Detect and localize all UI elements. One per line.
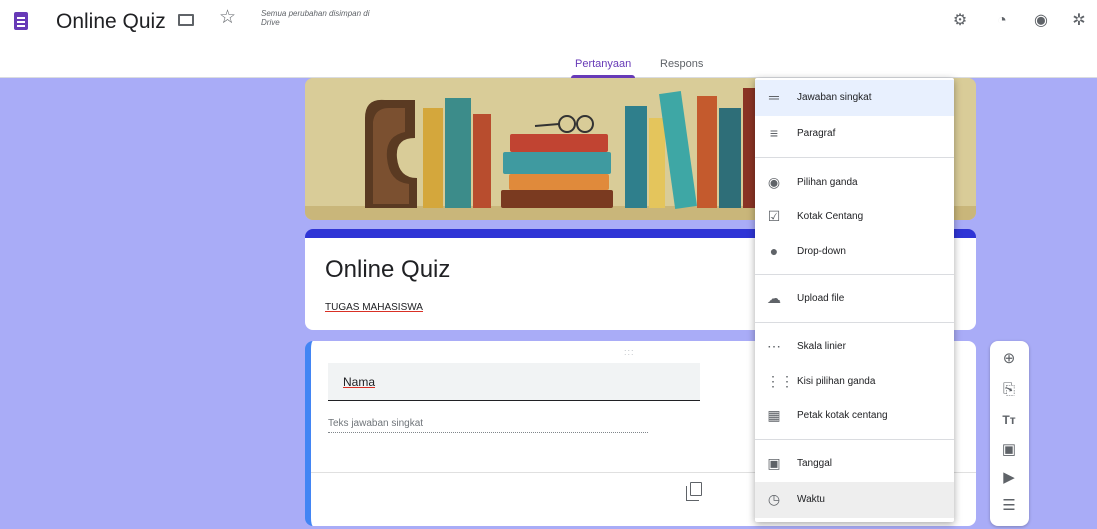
form-description[interactable]: TUGAS MAHASISWA xyxy=(325,302,423,313)
question-title-field[interactable]: Nama xyxy=(328,363,700,401)
linear-scale-icon: ⋯ xyxy=(767,338,781,354)
menu-item-waktu[interactable]: ◷ Waktu xyxy=(755,482,954,518)
cloud-upload-icon: ☁ xyxy=(767,290,781,306)
addon-icon[interactable]: ⚙ xyxy=(951,12,969,30)
duplicate-icon[interactable] xyxy=(686,482,702,501)
add-video-icon[interactable]: ▶ xyxy=(999,468,1019,488)
checkbox-icon: ☑ xyxy=(767,208,781,224)
menu-divider xyxy=(755,157,954,158)
tab-pertanyaan[interactable]: Pertanyaan xyxy=(570,58,636,78)
menu-item-kotak-centang[interactable]: ☑ Kotak Centang xyxy=(755,199,954,235)
question-title: Nama xyxy=(343,375,376,389)
radio-icon: ◉ xyxy=(767,174,781,190)
menu-item-upload-file[interactable]: ☁ Upload file xyxy=(755,281,954,317)
eye-icon[interactable]: ◉ xyxy=(1032,12,1050,30)
menu-item-label: Petak kotak centang xyxy=(797,410,888,421)
add-title-icon[interactable]: Tт xyxy=(999,410,1019,430)
add-image-icon[interactable]: ▣ xyxy=(999,440,1019,460)
short-answer-icon: ═ xyxy=(769,89,779,105)
menu-item-label: Waktu xyxy=(797,494,825,505)
drag-handle-icon[interactable]: ::: xyxy=(624,347,635,357)
tab-respons[interactable]: Respons xyxy=(660,58,703,70)
form-tabs: Pertanyaan Respons xyxy=(0,55,1097,78)
menu-divider xyxy=(755,322,954,323)
menu-item-label: Pilihan ganda xyxy=(797,177,858,188)
menu-item-label: Paragraf xyxy=(797,128,836,139)
question-type-menu: ═ Jawaban singkat ≡ Paragraf ◉ Pilihan g… xyxy=(755,78,954,522)
app-header: Online Quiz ☆ Semua perubahan disimpan d… xyxy=(0,0,1097,78)
dropdown-icon: ● xyxy=(769,243,779,259)
star-icon[interactable]: ☆ xyxy=(219,8,236,27)
gear-icon[interactable]: ✲ xyxy=(1070,12,1088,30)
menu-item-label: Skala linier xyxy=(797,341,846,352)
menu-item-drop-down[interactable]: ● Drop-down xyxy=(755,234,954,270)
menu-item-kisi-pilihan-ganda[interactable]: ⋮⋮ Kisi pilihan ganda xyxy=(755,364,954,400)
add-question-icon[interactable]: ⊕ xyxy=(999,349,1019,369)
calendar-icon: ▣ xyxy=(767,455,781,471)
menu-item-tanggal[interactable]: ▣ Tanggal xyxy=(755,446,954,482)
menu-item-skala-linier[interactable]: ⋯ Skala linier xyxy=(755,329,954,365)
paragraph-icon: ≡ xyxy=(769,125,779,141)
form-title[interactable]: Online Quiz xyxy=(325,256,450,284)
grid-icon: ⋮⋮ xyxy=(766,373,794,389)
menu-divider xyxy=(755,274,954,275)
add-section-icon[interactable]: ☰ xyxy=(999,496,1019,516)
menu-item-jawaban-singkat[interactable]: ═ Jawaban singkat xyxy=(755,80,954,116)
import-questions-icon[interactable]: ⎘ xyxy=(999,380,1019,400)
menu-item-paragraf[interactable]: ≡ Paragraf xyxy=(755,116,954,152)
save-status: Semua perubahan disimpan di Drive xyxy=(261,9,370,27)
menu-item-label: Upload file xyxy=(797,293,845,304)
forms-doc-icon[interactable] xyxy=(14,12,28,30)
menu-item-label: Jawaban singkat xyxy=(797,92,872,103)
app-title[interactable]: Online Quiz xyxy=(56,10,166,34)
menu-item-pilihan-ganda[interactable]: ◉ Pilihan ganda xyxy=(755,165,954,201)
checkbox-grid-icon: ▦ xyxy=(767,407,781,423)
side-toolbar: ⊕ ⎘ Tт ▣ ▶ ☰ xyxy=(990,341,1029,526)
menu-item-label: Kotak Centang xyxy=(797,211,864,222)
menu-item-label: Drop-down xyxy=(797,246,846,257)
short-answer-placeholder: Teks jawaban singkat xyxy=(328,418,648,433)
menu-divider xyxy=(755,439,954,440)
menu-item-petak-kotak-centang[interactable]: ▦ Petak kotak centang xyxy=(755,398,954,434)
palette-icon[interactable]: ◔ xyxy=(993,12,1011,30)
menu-item-label: Kisi pilihan ganda xyxy=(797,376,876,387)
folder-icon[interactable] xyxy=(178,14,194,26)
menu-item-label: Tanggal xyxy=(797,458,833,469)
clock-icon: ◷ xyxy=(767,491,781,507)
